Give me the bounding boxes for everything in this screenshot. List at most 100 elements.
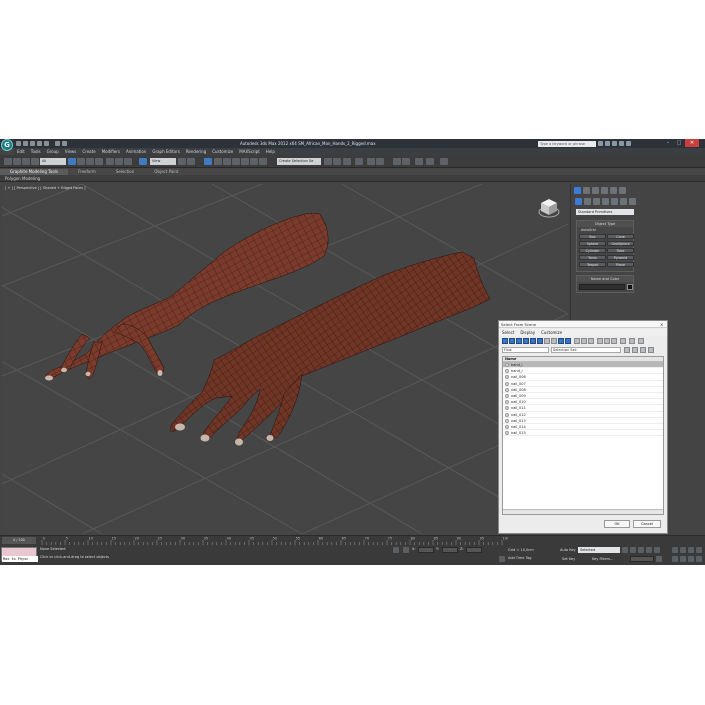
undo-toolbar-icon[interactable] [4,158,12,165]
angle-snap-icon[interactable] [214,158,222,165]
display-invert-icon[interactable] [588,338,594,344]
graphite-toggle-icon[interactable] [333,158,341,165]
dialog-menu-display[interactable]: Display [517,329,538,336]
scale-icon[interactable] [124,158,132,165]
minimize-button[interactable]: – [663,139,673,147]
select-by-name-icon[interactable] [77,158,85,165]
maximize-viewport-icon[interactable] [696,556,702,562]
align-icon[interactable] [259,158,267,165]
maxscript-listener[interactable]: Max to Physc [1,547,38,562]
percent-snap-icon[interactable] [223,158,231,165]
menu-customize[interactable]: Customize [209,148,236,155]
select-all-icon[interactable] [597,338,603,344]
pan-view-icon[interactable] [680,556,686,562]
menu-group[interactable]: Group [44,148,62,155]
help-icon[interactable] [626,141,631,146]
unlink-icon[interactable] [31,158,39,165]
quick-access-dropdown-icon[interactable] [62,141,67,146]
lock-selection-icon[interactable] [393,547,399,553]
redo-icon[interactable] [44,141,49,146]
primitive-category-dropdown[interactable]: Standard Primitives [576,209,634,215]
maxscript-mini-listener[interactable]: Max to Physc [2,556,38,562]
viewcube-icon[interactable] [538,197,560,219]
ok-button[interactable]: OK [604,520,630,528]
teapot-render-icon[interactable] [415,158,423,165]
material-editor-icon[interactable] [367,158,375,165]
display-geometry-icon[interactable] [502,338,508,344]
sync-selection-icon[interactable] [620,338,626,344]
move-icon[interactable] [106,158,114,165]
dialog-menu-select[interactable]: Select [499,329,517,336]
display-all-icon[interactable] [574,338,580,344]
menu-views[interactable]: Views [62,148,80,155]
menu-help[interactable]: Help [263,148,278,155]
geosphere-button[interactable]: GeoSphere [607,241,634,246]
modify-panel-icon[interactable] [583,187,590,194]
named-selection-sets-dropdown[interactable]: Create Selection Se [277,158,321,165]
object-color-swatch[interactable] [627,284,633,290]
selection-set-options-icon[interactable] [648,347,654,353]
perspective-viewport[interactable]: [ + ] [ Perspective ] [ Shaded + Edged F… [2,184,568,534]
play-icon[interactable] [638,547,644,553]
pyramid-button[interactable]: Pyramid [607,255,634,260]
helpers-icon[interactable] [611,198,618,205]
utilities-panel-icon[interactable] [619,187,626,194]
current-frame-field[interactable] [630,556,654,562]
cameras-icon[interactable] [602,198,609,205]
plane-button[interactable]: Plane [607,262,634,267]
display-cameras-icon[interactable] [523,338,529,344]
object-name-field[interactable] [579,284,625,290]
selection-set-add-icon[interactable] [624,347,630,353]
dialog-close-icon[interactable]: ✕ [660,321,663,328]
menu-animation[interactable]: Animation [123,148,149,155]
menu-maxscript[interactable]: MAXScript [236,148,263,155]
tube-button[interactable]: Tube [607,248,634,253]
render-iterative-icon[interactable] [426,158,434,165]
time-tag-icon[interactable] [499,556,505,562]
key-filters-button[interactable]: Key Filters... [592,557,613,561]
time-slider[interactable]: 0 / 100 0 5 10 15 20 25 30 35 40 45 50 55 60 65 70 75 80… [0,535,705,545]
window-crossing-icon[interactable] [95,158,103,165]
rotate-icon[interactable] [115,158,123,165]
communication-icon[interactable] [612,141,617,146]
hierarchy-panel-icon[interactable] [592,187,599,194]
keyboard-shortcut-icon[interactable] [204,158,212,165]
orbit-icon[interactable] [688,556,694,562]
select-none-icon[interactable] [604,338,610,344]
space-warps-icon[interactable] [620,198,627,205]
menu-graph-editors[interactable]: Graph Editors [149,148,182,155]
horizontal-scrollbar[interactable] [503,509,663,514]
render-production-icon[interactable] [402,158,410,165]
reference-coordinate-dropdown[interactable]: View [150,158,176,165]
previous-frame-icon[interactable] [630,547,636,553]
menu-tools[interactable]: Tools [28,148,44,155]
application-button[interactable]: G [1,139,13,151]
menu-create[interactable]: Create [79,148,98,155]
undo-icon[interactable] [37,141,42,146]
add-time-tag[interactable]: Add Time Tag [508,556,532,560]
find-options-icon[interactable] [638,338,644,344]
favorites-icon[interactable] [619,141,624,146]
goto-end-icon[interactable] [654,547,660,553]
next-frame-icon[interactable] [646,547,652,553]
field-of-view-icon[interactable] [672,556,678,562]
goto-start-icon[interactable] [622,547,628,553]
selection-set-edit-icon[interactable] [640,347,646,353]
display-lights-icon[interactable] [516,338,522,344]
set-key-button[interactable]: Set Key [562,557,575,561]
render-setup-icon[interactable] [376,158,384,165]
display-xrefs-icon[interactable] [551,338,557,344]
dialog-menu-customize[interactable]: Customize [538,329,565,336]
zoom-extents-all-icon[interactable] [696,547,702,553]
maximize-button[interactable]: □ [674,139,684,147]
selection-filter-dropdown[interactable]: All [40,158,66,165]
activeshade-icon[interactable] [440,158,448,165]
select-invert-icon[interactable] [611,338,617,344]
save-file-icon[interactable] [30,141,35,146]
search-icon[interactable] [598,141,603,146]
x-coordinate-field[interactable] [418,547,434,553]
auto-key-button[interactable]: Auto Key [560,548,576,552]
motion-panel-icon[interactable] [601,187,608,194]
curve-editor-icon[interactable] [343,158,351,165]
close-button[interactable]: ✕ [685,139,699,147]
